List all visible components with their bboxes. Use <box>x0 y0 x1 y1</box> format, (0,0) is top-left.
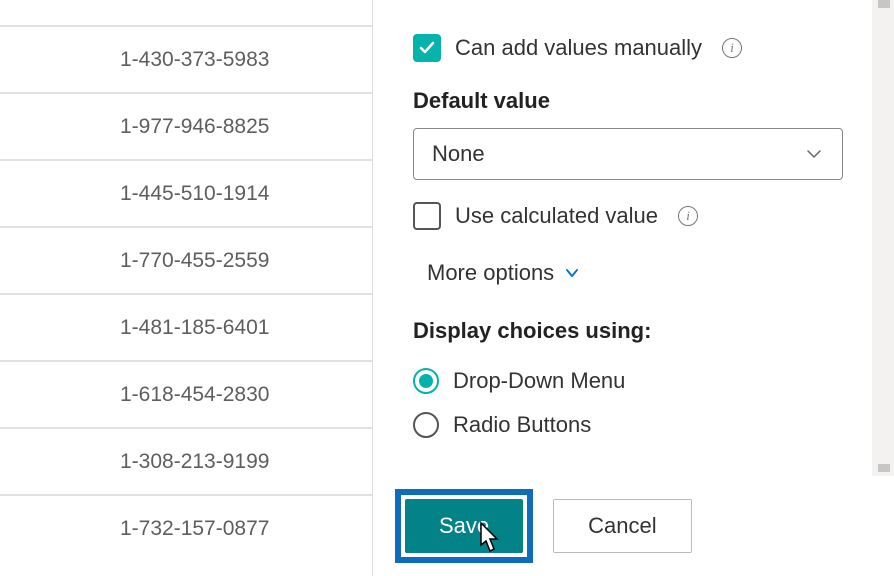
save-button-highlight: Save <box>395 489 533 563</box>
chevron-down-icon <box>564 265 580 281</box>
chevron-down-icon <box>804 144 824 164</box>
cell-value: 1-445-510-1914 <box>120 182 269 206</box>
radio-selected[interactable] <box>413 368 439 394</box>
cell-value: 1-430-373-5983 <box>120 48 269 72</box>
cell-value: 1-481-185-6401 <box>120 316 269 340</box>
panel-scroll-area: Can add values manually i Default value … <box>373 0 871 476</box>
select-value: None <box>432 141 485 167</box>
table-row[interactable]: 1-977-946-8825 <box>0 93 372 160</box>
checkbox-checked[interactable] <box>413 34 441 62</box>
radio-label: Drop-Down Menu <box>453 368 625 394</box>
column-settings-panel: Can add values manually i Default value … <box>372 0 894 576</box>
display-radio-option[interactable]: Radio Buttons <box>413 412 831 438</box>
cell-value: 1-977-946-8825 <box>120 115 269 139</box>
cell-value: 1-732-157-0877 <box>120 517 269 541</box>
checkbox-unchecked[interactable] <box>413 202 441 230</box>
radio-unselected[interactable] <box>413 412 439 438</box>
save-button[interactable]: Save <box>405 499 523 553</box>
cancel-button[interactable]: Cancel <box>553 499 691 553</box>
use-calculated-value-option[interactable]: Use calculated value i <box>413 202 831 230</box>
table-row[interactable]: 1-770-455-2559 <box>0 227 372 294</box>
scrollbar[interactable] <box>872 0 894 476</box>
table-row[interactable] <box>0 0 372 26</box>
table-row[interactable]: 1-445-510-1914 <box>0 160 372 227</box>
can-add-values-option[interactable]: Can add values manually i <box>413 34 831 62</box>
option-label: Use calculated value <box>455 203 658 229</box>
button-label: Cancel <box>588 513 656 539</box>
option-label: Can add values manually <box>455 35 702 61</box>
cell-value: 1-618-454-2830 <box>120 383 269 407</box>
more-options-label: More options <box>427 260 554 286</box>
scroll-arrow-down-icon[interactable] <box>878 464 890 472</box>
info-icon[interactable]: i <box>722 38 742 58</box>
default-value-select[interactable]: None <box>413 128 843 180</box>
table-row[interactable]: 1-618-454-2830 <box>0 361 372 428</box>
scroll-arrow-up-icon[interactable] <box>878 0 890 8</box>
more-options-toggle[interactable]: More options <box>427 260 831 286</box>
table-row[interactable]: 1-732-157-0877 <box>0 495 372 562</box>
radio-label: Radio Buttons <box>453 412 591 438</box>
table-row[interactable]: 1-308-213-9199 <box>0 428 372 495</box>
radio-dot-icon <box>419 374 433 388</box>
cell-value: 1-770-455-2559 <box>120 249 269 273</box>
table-row[interactable]: 1-481-185-6401 <box>0 294 372 361</box>
data-list: 1-430-373-5983 1-977-946-8825 1-445-510-… <box>0 0 372 576</box>
info-icon[interactable]: i <box>678 206 698 226</box>
check-icon <box>419 40 435 56</box>
panel-footer: Save Cancel <box>373 476 894 576</box>
cell-value: 1-308-213-9199 <box>120 450 269 474</box>
display-dropdown-option[interactable]: Drop-Down Menu <box>413 368 831 394</box>
table-row[interactable]: 1-430-373-5983 <box>0 26 372 93</box>
default-value-label: Default value <box>413 88 831 114</box>
button-label: Save <box>439 513 489 539</box>
display-choices-label: Display choices using: <box>413 318 831 344</box>
